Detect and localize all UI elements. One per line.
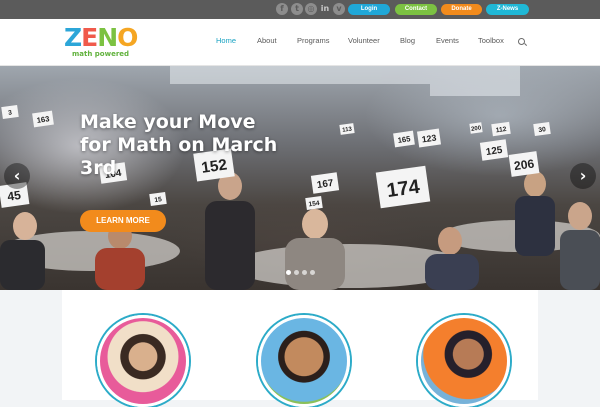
nav-blog[interactable]: Blog [400, 36, 415, 46]
logo-letter: N [97, 23, 118, 52]
paddle-card-number: 165 [397, 134, 412, 145]
top-utility-bar: f t ◎ in v Login Contact Donate Z-News [0, 0, 600, 19]
paddle-card-number: 167 [316, 178, 334, 191]
nav-events[interactable]: Events [436, 36, 459, 46]
paddle-card-number: 163 [36, 114, 50, 125]
slider-dot-3[interactable] [302, 270, 307, 275]
nav-volunteer[interactable]: Volunteer [348, 36, 380, 46]
paddle-card-number: 206 [513, 156, 535, 173]
hero-title: Make your Move for Math on March 3rd [80, 111, 278, 179]
nav-home[interactable]: Home [216, 36, 236, 46]
linkedin-icon[interactable]: in [319, 3, 331, 15]
paddle-card-number: 15 [154, 196, 163, 204]
ceiling-lights [170, 66, 520, 96]
vimeo-icon[interactable]: v [333, 3, 345, 15]
zeno-logo[interactable]: ZENO math powered [64, 23, 138, 61]
paddle-card-number: 174 [385, 176, 421, 202]
login-button[interactable]: Login [348, 4, 390, 15]
logo-letter: E [81, 23, 98, 52]
paddle-card-number: 30 [538, 126, 547, 134]
slider-dot-1[interactable] [286, 270, 291, 275]
slider-dot-2[interactable] [294, 270, 299, 275]
program-photo-1[interactable] [97, 315, 189, 407]
paddle-card-number: 45 [6, 188, 22, 204]
nav-programs[interactable]: Programs [297, 36, 330, 46]
hero-slider: 3 163 104 152 167 174 123 165 125 206 112 30 45 113 20… [0, 66, 600, 290]
logo-wordmark: ZENO [64, 23, 138, 52]
nav-toolbox[interactable]: Toolbox [478, 36, 504, 46]
logo-letter: O [117, 23, 138, 52]
donate-button[interactable]: Donate [441, 4, 482, 15]
nav-about[interactable]: About [257, 36, 277, 46]
slider-prev-arrow[interactable]: ‹ [4, 163, 30, 189]
facebook-icon[interactable]: f [276, 3, 288, 15]
paddle-card-number: 123 [421, 133, 437, 145]
program-photo-2[interactable] [258, 315, 350, 407]
slider-dot-4[interactable] [310, 270, 315, 275]
paddle-card-number: 125 [485, 145, 503, 158]
learn-more-button[interactable]: LEARN MORE [80, 210, 166, 232]
contact-button[interactable]: Contact [395, 4, 437, 15]
search-icon[interactable] [518, 38, 525, 45]
instagram-icon[interactable]: ◎ [305, 3, 317, 15]
znews-button[interactable]: Z-News [486, 4, 529, 15]
program-photo-3[interactable] [418, 315, 510, 407]
logo-letter: Z [64, 23, 82, 52]
logo-tagline: math powered [72, 50, 130, 58]
slider-next-arrow[interactable]: › [570, 163, 596, 189]
twitter-icon[interactable]: t [291, 3, 303, 15]
